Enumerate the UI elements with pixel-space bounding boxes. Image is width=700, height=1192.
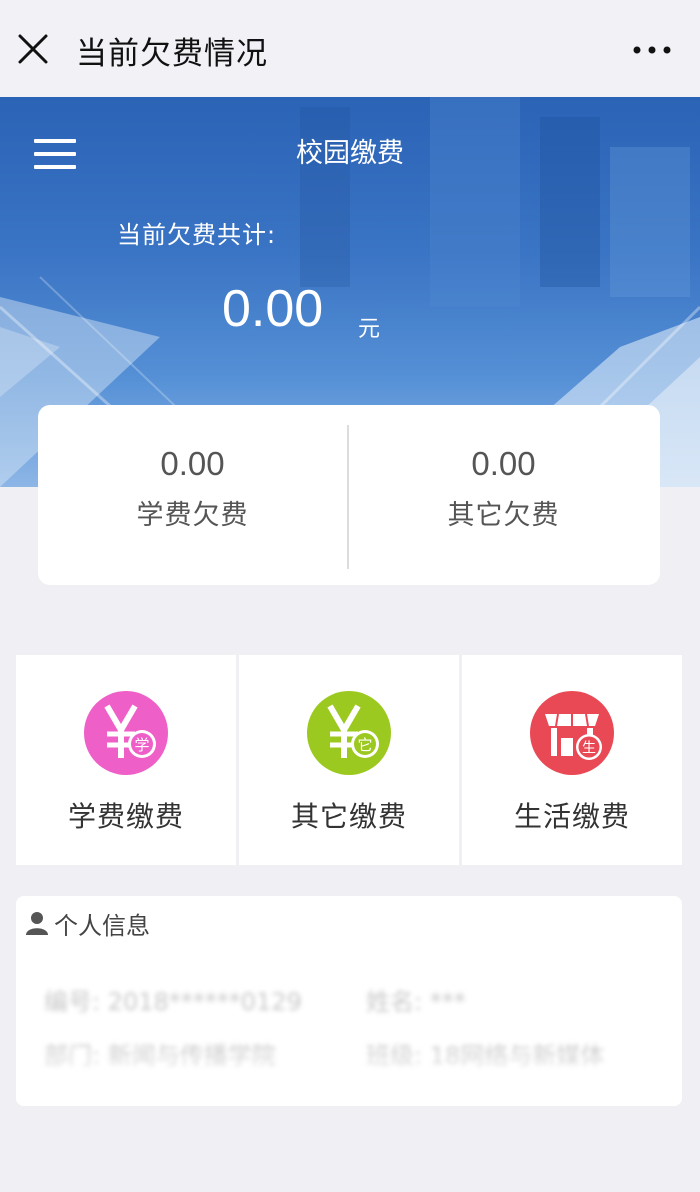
hero-title: 校园缴费 <box>296 138 404 169</box>
svg-text:学: 学 <box>134 736 149 754</box>
personal-info-title: 个人信息 <box>54 911 150 940</box>
student-name-field: 姓名: *** <box>366 988 466 1016</box>
total-arrears-label: 当前欠费共计: <box>117 221 277 249</box>
currency-unit: 元 <box>358 317 381 342</box>
total-arrears-amount: 0.00 <box>222 280 324 338</box>
svg-text:它: 它 <box>357 736 372 754</box>
person-icon <box>26 912 48 935</box>
other-payment-label: 其它缴费 <box>290 800 407 833</box>
living-payment-label: 生活缴费 <box>513 800 630 833</box>
living-shop-icon: 生 <box>530 691 614 775</box>
personal-info-card: 个人信息 编号: 2018******0129 姓名: *** 部门: 新闻与传… <box>16 896 682 1106</box>
living-payment-button[interactable]: 生 生活缴费 <box>462 655 682 865</box>
more-options-icon[interactable] <box>632 38 672 62</box>
other-arrears-value: 0.00 <box>471 445 536 482</box>
tuition-yuan-icon: 学 <box>84 691 168 775</box>
other-payment-button[interactable]: 它 其它缴费 <box>239 655 459 865</box>
tuition-arrears-value: 0.00 <box>160 445 225 482</box>
arrears-summary-card: 0.00 学费欠费 0.00 其它欠费 <box>38 405 660 585</box>
tuition-arrears: 0.00 学费欠费 <box>38 445 347 532</box>
other-arrears-label: 其它欠费 <box>447 500 560 531</box>
page-title: 当前欠费情况 <box>76 36 268 72</box>
info-fade-overlay <box>16 1046 682 1106</box>
student-id-field: 编号: 2018******0129 <box>44 988 302 1016</box>
tuition-arrears-label: 学费欠费 <box>136 500 249 531</box>
svg-text:生: 生 <box>582 741 596 757</box>
tuition-payment-button[interactable]: 学 学费缴费 <box>16 655 236 865</box>
tuition-payment-label: 学费缴费 <box>67 800 184 833</box>
other-yuan-icon: 它 <box>307 691 391 775</box>
personal-info-header: 个人信息 <box>26 908 150 940</box>
other-arrears: 0.00 其它欠费 <box>349 445 658 532</box>
close-icon[interactable] <box>14 30 54 70</box>
top-nav-bar: 当前欠费情况 <box>0 0 700 97</box>
